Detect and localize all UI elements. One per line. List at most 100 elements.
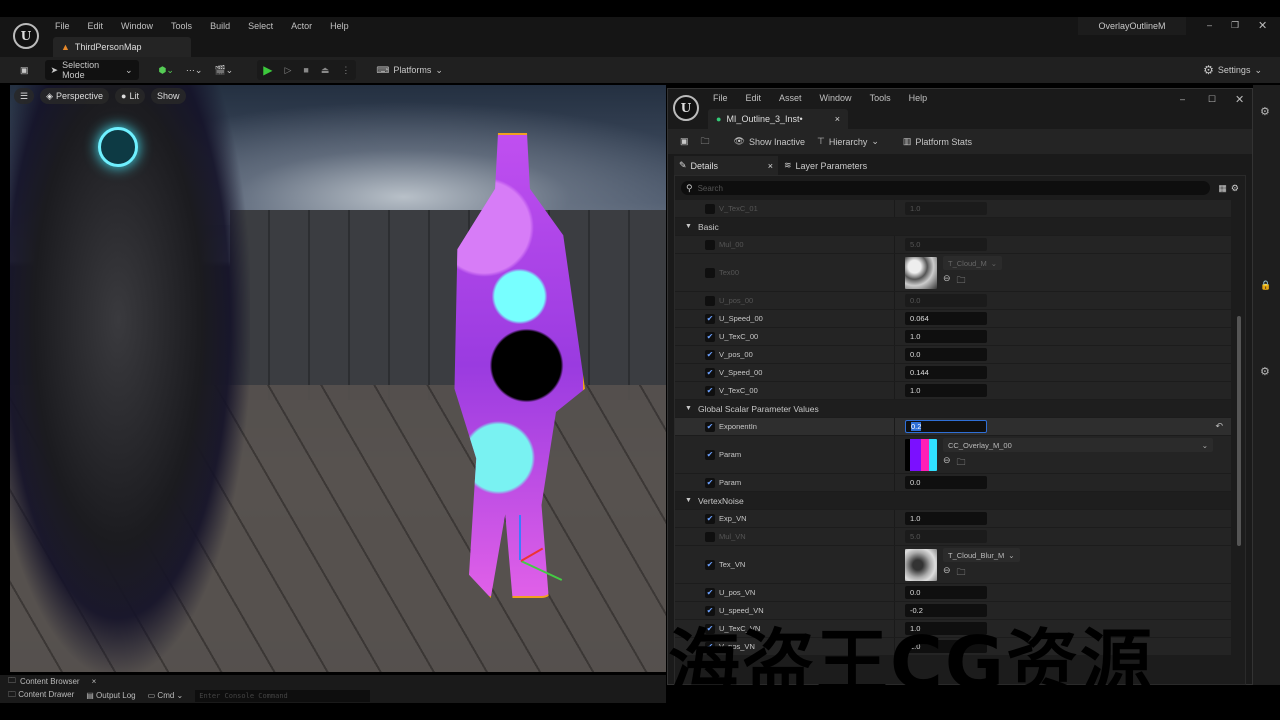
content-drawer-button[interactable]: 🗀 Content Drawer [8,689,74,703]
override-checkbox[interactable]: ✔ [705,477,715,488]
use-selected-icon[interactable]: ⊖ [943,455,951,471]
menu-file[interactable]: File [46,21,79,31]
restore-button[interactable]: ❐ [1231,20,1239,31]
menu-window[interactable]: Window [112,21,162,31]
value-field[interactable]: 5.0 [905,238,987,251]
category-header[interactable]: ▼ Global Scalar Parameter Values [675,400,1231,418]
override-checkbox[interactable]: ✔ [705,367,715,378]
menu-file[interactable]: File [704,93,737,103]
gear-icon[interactable]: ⚙ [1260,365,1270,378]
level-viewport[interactable]: ☰ ◈ Perspective ● Lit Show [10,85,666,672]
output-log-button[interactable]: ▤ Output Log [86,691,135,700]
minimize-button[interactable]: – [1180,94,1185,104]
use-selected-icon[interactable]: ⊖ [943,273,951,289]
override-checkbox[interactable] [705,531,715,542]
close-tab-icon[interactable]: × [92,677,97,686]
cinematics-icon[interactable]: 🎬⌄ [208,60,239,80]
value-field[interactable]: 1.0 [905,330,987,343]
content-browser-tab[interactable]: 🗀 Content Browser × [8,675,96,688]
settings-dropdown[interactable]: ⚙ Settings ⌄ [1197,60,1268,80]
override-checkbox[interactable]: ✔ [705,349,715,360]
override-checkbox[interactable]: ✔ [705,331,715,342]
menu-window[interactable]: Window [811,93,861,103]
more-options-icon[interactable]: ⋮ [335,60,356,80]
browse-icon[interactable]: 🗀 [957,273,966,289]
override-checkbox[interactable]: ✔ [705,421,715,432]
override-checkbox[interactable]: ✔ [705,513,715,524]
value-field[interactable]: 0.064 [905,312,987,325]
show-button[interactable]: Show [150,88,186,104]
menu-select[interactable]: Select [239,21,282,31]
platforms-dropdown[interactable]: ⌨ Platforms ⌄ [370,60,449,80]
hierarchy-dropdown[interactable]: ⊤ Hierarchy ⌄ [811,132,885,152]
unreal-logo[interactable]: U [13,23,39,49]
override-checkbox[interactable]: ✔ [705,559,715,570]
play-icon[interactable]: ▶ [257,60,278,80]
override-checkbox[interactable]: ✔ [705,605,715,616]
value-field[interactable]: 1.0 [905,512,987,525]
close-tab-icon[interactable]: × [835,114,840,124]
eject-icon[interactable]: ⏏ [315,60,336,80]
minimize-button[interactable]: – [1207,20,1212,30]
use-selected-icon[interactable]: ⊖ [943,565,951,581]
value-field[interactable]: 0.2 [905,420,987,433]
browse-icon[interactable]: 🗀 [957,565,966,581]
value-field[interactable]: 0.144 [905,366,987,379]
menu-edit[interactable]: Edit [737,93,771,103]
maximize-button[interactable]: ☐ [1208,94,1216,105]
value-field[interactable]: 1.0 [905,202,987,215]
mannequin-character[interactable] [10,85,250,672]
cmd-dropdown[interactable]: ▭ Cmd ⌄ [148,691,184,700]
browse-icon[interactable]: 🗀 [957,455,966,471]
menu-tools[interactable]: Tools [162,21,201,31]
step-icon[interactable]: ▷ [278,60,297,80]
add-actor-icon[interactable]: ⬢⌄ [153,60,180,80]
console-input[interactable]: Enter Console Command [195,689,371,702]
gear-icon[interactable]: ⚙ [1260,105,1270,118]
value-field[interactable]: 1.0 [905,384,987,397]
save-icon[interactable]: ▣ [14,60,35,80]
platform-stats-button[interactable]: ▥ Platform Stats [897,132,978,152]
menu-asset[interactable]: Asset [770,93,811,103]
override-checkbox[interactable] [705,267,715,278]
asset-dropdown[interactable]: T_Cloud_Blur_M ⌄ [943,548,1020,562]
texture-thumbnail[interactable] [905,438,937,471]
menu-help[interactable]: Help [321,21,358,31]
asset-dropdown[interactable]: T_Cloud_M ⌄ [943,256,1003,270]
value-field[interactable]: -0.2 [905,604,987,617]
category-header[interactable]: ▼ VertexNoise [675,492,1231,510]
blueprint-icon[interactable]: ⋯⌄ [180,60,209,80]
value-field[interactable]: 0.0 [905,586,987,599]
override-checkbox[interactable]: ✔ [705,313,715,324]
search-input[interactable]: ⚲ Search [681,181,1211,195]
lock-icon[interactable]: 🔒 [1260,280,1271,291]
value-field[interactable]: 0.0 [905,348,987,361]
scrollbar[interactable] [1237,316,1241,546]
perspective-button[interactable]: ◈ Perspective [40,88,110,104]
browse-icon[interactable]: 🗀 [695,132,716,152]
reset-icon[interactable]: ↶ [1215,421,1223,432]
gizmo-z-axis[interactable] [519,515,521,560]
override-checkbox[interactable] [705,203,715,214]
texture-thumbnail[interactable] [905,548,937,581]
override-checkbox[interactable]: ✔ [705,385,715,396]
override-checkbox[interactable] [705,239,715,250]
texture-thumbnail[interactable] [905,256,937,289]
override-checkbox[interactable] [705,295,715,306]
menu-help[interactable]: Help [900,93,937,103]
table-view-icon[interactable]: ▦ [1218,183,1227,194]
close-button[interactable]: ✕ [1235,93,1244,106]
tab-third-person-map[interactable]: ▲ ThirdPersonMap [53,37,191,57]
tab-material-instance[interactable]: ● MI_Outline_3_Inst• × [708,109,848,129]
menu-tools[interactable]: Tools [861,93,900,103]
tab-details[interactable]: ✎ Details × [674,156,778,175]
tab-layer-parameters[interactable]: ≋ Layer Parameters [784,156,867,175]
override-checkbox[interactable]: ✔ [705,587,715,598]
save-icon[interactable]: ▣ [674,132,695,152]
category-header[interactable]: ▼ Basic [675,218,1231,236]
override-checkbox[interactable]: ✔ [705,449,715,460]
menu-actor[interactable]: Actor [282,21,321,31]
viewport-menu-icon[interactable]: ☰ [14,88,35,104]
show-inactive-button[interactable]: 👁 Show Inactive [728,132,811,152]
stop-icon[interactable]: ■ [297,60,314,80]
